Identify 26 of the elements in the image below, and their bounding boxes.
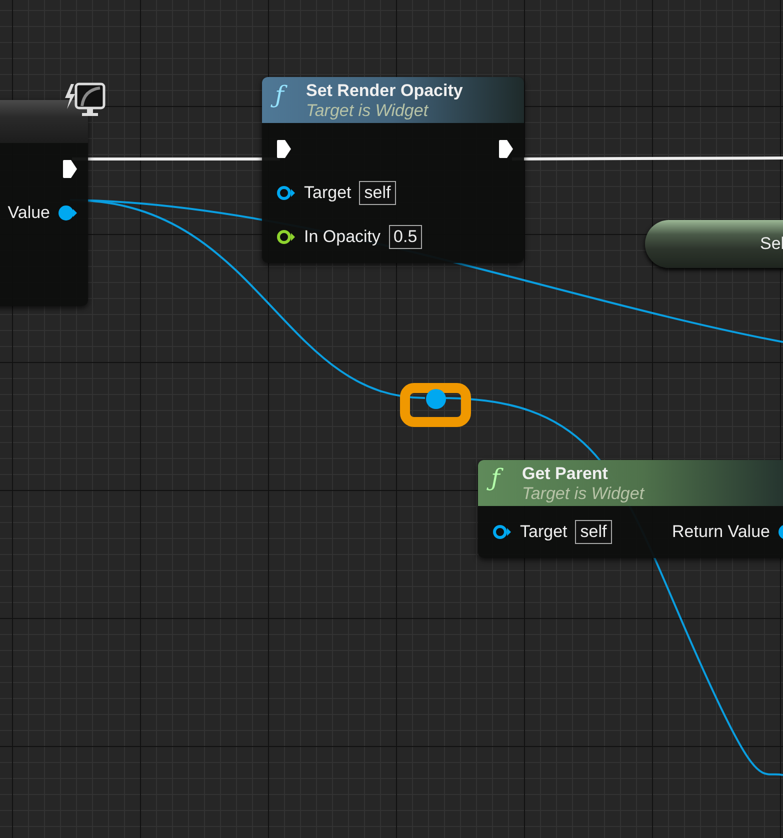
function-glyph: ƒ <box>272 79 289 113</box>
node-subtitle: Target is Widget <box>522 484 646 504</box>
exec-pin-icon[interactable] <box>498 139 514 159</box>
exec-pin-icon[interactable] <box>62 159 78 179</box>
reroute-pin-icon[interactable] <box>426 389 446 409</box>
pin-label: Target <box>304 183 352 203</box>
data-pin-icon[interactable] <box>492 523 512 541</box>
default-value-field[interactable]: self <box>359 181 396 205</box>
event-node[interactable]: Value <box>0 100 88 306</box>
data-pin-icon[interactable] <box>58 204 78 222</box>
pin-label: In Opacity <box>304 227 381 247</box>
pin-label: Return Value <box>672 522 770 542</box>
exec-pin-icon[interactable] <box>276 139 292 159</box>
function-node[interactable]: ƒ Set Render Opacity Target is Widget Target self In Opacity 0.5 <box>262 77 524 263</box>
pin-label: Target <box>520 522 568 542</box>
function-node[interactable]: ƒ Get Parent Target is Widget Target self Return Value <box>478 460 783 558</box>
default-value-field[interactable]: 0.5 <box>388 225 422 249</box>
node-title: Get Parent <box>522 464 609 484</box>
node-subtitle: Target is Widget <box>306 101 430 121</box>
node-title: Set Render Opacity <box>306 81 464 101</box>
data-pin-icon[interactable] <box>276 228 296 246</box>
function-glyph: ƒ <box>488 462 505 496</box>
pin-label: Value <box>8 203 50 223</box>
reroute-node[interactable] <box>400 383 471 427</box>
data-pin-icon[interactable] <box>276 184 296 202</box>
default-value-field[interactable]: self <box>575 520 612 544</box>
